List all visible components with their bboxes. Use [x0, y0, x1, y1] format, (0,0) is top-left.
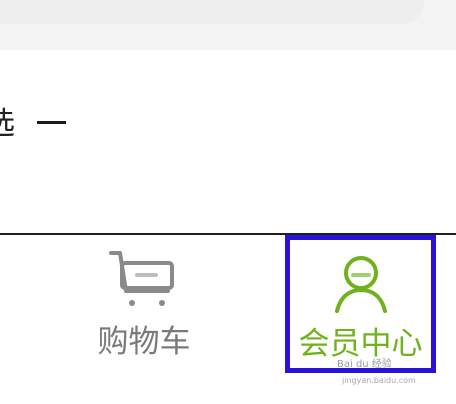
content-area — [0, 50, 456, 233]
tab-label-member-center: 会员中心 — [298, 326, 423, 362]
watermark-url: jingyan.baidu.com — [342, 376, 416, 385]
tab-label-shopping-cart: 购物车 — [97, 324, 191, 360]
option-text-fragment: 选 — [0, 106, 15, 142]
watermark-text: Bai du 经验 — [337, 359, 392, 370]
tab-member-center[interactable]: 会员中心 — [285, 235, 436, 373]
tab-shopping-cart[interactable]: 购物车 — [72, 235, 216, 395]
top-bar — [0, 0, 456, 50]
top-bar-panel — [0, 0, 424, 24]
user-icon — [335, 256, 387, 313]
minus-icon[interactable] — [37, 121, 66, 124]
shopping-cart-icon — [109, 251, 174, 306]
